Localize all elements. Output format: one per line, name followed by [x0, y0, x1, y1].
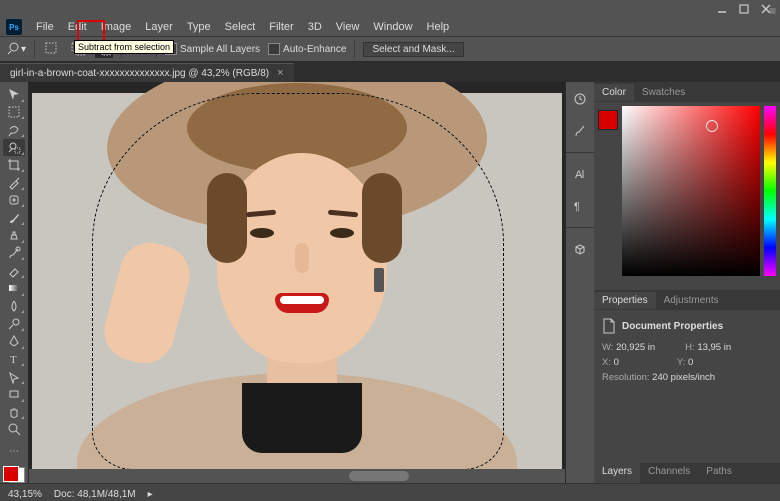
- status-chevron-icon[interactable]: ▸: [148, 489, 153, 500]
- tab-properties[interactable]: Properties: [594, 292, 656, 309]
- menu-file[interactable]: File: [30, 20, 60, 34]
- menu-type[interactable]: Type: [181, 20, 217, 34]
- title-bar: [0, 0, 780, 18]
- sample-all-label: Sample All Layers: [180, 44, 260, 55]
- menu-edit[interactable]: Edit: [62, 20, 93, 34]
- color-swatches[interactable]: [3, 466, 25, 483]
- canvas-area[interactable]: [29, 82, 565, 483]
- clone-stamp-tool[interactable]: [3, 227, 25, 244]
- sample-all-layers-checkbox[interactable]: Sample All Layers: [165, 43, 260, 55]
- zoom-tool[interactable]: [3, 421, 25, 438]
- rect-marquee-tool[interactable]: [3, 104, 25, 121]
- document-tab[interactable]: girl-in-a-brown-coat-xxxxxxxxxxxxxx.jpg …: [0, 63, 294, 82]
- tab-paths[interactable]: Paths: [698, 463, 740, 483]
- separator: [354, 40, 355, 58]
- edit-toolbar-icon[interactable]: ⋯: [3, 443, 25, 460]
- tooltip: Subtract from selection: [74, 40, 174, 54]
- 3d-icon[interactable]: [569, 238, 591, 260]
- document-canvas[interactable]: [32, 93, 562, 473]
- menu-layer[interactable]: Layer: [139, 20, 179, 34]
- pen-tool[interactable]: [3, 333, 25, 350]
- menu-help[interactable]: Help: [421, 20, 456, 34]
- prop-y[interactable]: 0: [688, 357, 693, 368]
- tab-channels[interactable]: Channels: [640, 463, 698, 483]
- prop-x[interactable]: 0: [614, 357, 619, 368]
- workspace: T ⋯: [0, 82, 780, 483]
- type-tool[interactable]: T: [3, 351, 25, 368]
- tab-color[interactable]: Color: [594, 84, 634, 101]
- history-icon[interactable]: [569, 88, 591, 110]
- gradient-tool[interactable]: [3, 280, 25, 297]
- tool-preset-picker[interactable]: ▾: [8, 40, 26, 58]
- blur-tool[interactable]: [3, 298, 25, 315]
- layers-panel-tabs: Layers Channels Paths ≡: [594, 463, 780, 483]
- hue-slider[interactable]: [764, 106, 776, 276]
- auto-enhance-label: Auto-Enhance: [283, 44, 346, 55]
- color-panel-tabs: Color Swatches ≡: [594, 82, 780, 102]
- prop-width[interactable]: 20,925 in: [616, 342, 655, 353]
- foreground-swatch[interactable]: [598, 110, 618, 130]
- svg-text:¶: ¶: [574, 201, 580, 213]
- menu-image[interactable]: Image: [95, 20, 138, 34]
- prop-height[interactable]: 13,95 in: [697, 342, 731, 353]
- menu-bar: Ps File Edit Image Layer Type Select Fil…: [0, 18, 780, 36]
- zoom-level[interactable]: 43,15%: [8, 489, 42, 500]
- menu-view[interactable]: View: [330, 20, 366, 34]
- document-tab-bar: girl-in-a-brown-coat-xxxxxxxxxxxxxx.jpg …: [0, 62, 780, 82]
- hand-tool[interactable]: [3, 404, 25, 421]
- brush-tool[interactable]: [3, 209, 25, 226]
- color-field[interactable]: [622, 106, 760, 276]
- tab-swatches[interactable]: Swatches: [634, 84, 693, 101]
- rectangle-tool[interactable]: [3, 386, 25, 403]
- minimize-button[interactable]: [712, 2, 732, 16]
- maximize-button[interactable]: [734, 2, 754, 16]
- character-icon[interactable]: A: [569, 163, 591, 185]
- panel-menu-icon[interactable]: ≡: [769, 4, 776, 18]
- doc-props-title: Document Properties: [622, 321, 723, 332]
- color-panel[interactable]: [594, 102, 780, 290]
- document-tab-label: girl-in-a-brown-coat-xxxxxxxxxxxxxx.jpg …: [10, 68, 269, 79]
- eraser-tool[interactable]: [3, 262, 25, 279]
- path-select-tool[interactable]: [3, 368, 25, 385]
- app-logo: Ps: [6, 19, 22, 35]
- collapsed-dock: A ¶: [565, 82, 594, 483]
- document-icon: [602, 318, 616, 334]
- quick-select-tool[interactable]: [3, 139, 25, 156]
- history-brush-tool[interactable]: [3, 245, 25, 262]
- svg-text:T: T: [10, 354, 17, 366]
- menu-window[interactable]: Window: [367, 20, 418, 34]
- brush-preset-icon[interactable]: [569, 120, 591, 142]
- paragraph-icon[interactable]: ¶: [569, 195, 591, 217]
- horizontal-scrollbar[interactable]: [29, 469, 565, 483]
- menu-3d[interactable]: 3D: [302, 20, 328, 34]
- menu-filter[interactable]: Filter: [263, 20, 299, 34]
- status-bar: 43,15% Doc: 48,1M/48,1M ▸: [0, 483, 780, 501]
- panel-group: Color Swatches ≡ Properties Adjustments …: [594, 82, 780, 483]
- separator: [34, 40, 35, 58]
- eyedropper-tool[interactable]: [3, 174, 25, 191]
- menu-select[interactable]: Select: [219, 20, 262, 34]
- doc-size[interactable]: Doc: 48,1M/48,1M: [54, 489, 136, 500]
- select-and-mask-button[interactable]: Select and Mask...: [363, 42, 463, 57]
- properties-panel-tabs: Properties Adjustments ≡: [594, 290, 780, 310]
- properties-panel: Document Properties W: 20,925 in H: 13,9…: [594, 310, 780, 463]
- auto-enhance-checkbox[interactable]: Auto-Enhance: [268, 43, 346, 55]
- svg-text:A: A: [575, 169, 583, 181]
- toolbox: T ⋯: [0, 82, 29, 483]
- dodge-tool[interactable]: [3, 315, 25, 332]
- tab-layers[interactable]: Layers: [594, 463, 640, 483]
- close-tab-icon[interactable]: ×: [277, 67, 283, 79]
- tab-adjustments[interactable]: Adjustments: [656, 292, 727, 309]
- healing-brush-tool[interactable]: [3, 192, 25, 209]
- move-tool[interactable]: [3, 86, 25, 103]
- lasso-tool[interactable]: [3, 121, 25, 138]
- prop-resolution[interactable]: 240 pixels/inch: [652, 372, 715, 383]
- crop-tool[interactable]: [3, 157, 25, 174]
- new-selection-icon[interactable]: [43, 40, 61, 58]
- color-marker[interactable]: [706, 120, 718, 132]
- selection-marquee: [92, 93, 504, 470]
